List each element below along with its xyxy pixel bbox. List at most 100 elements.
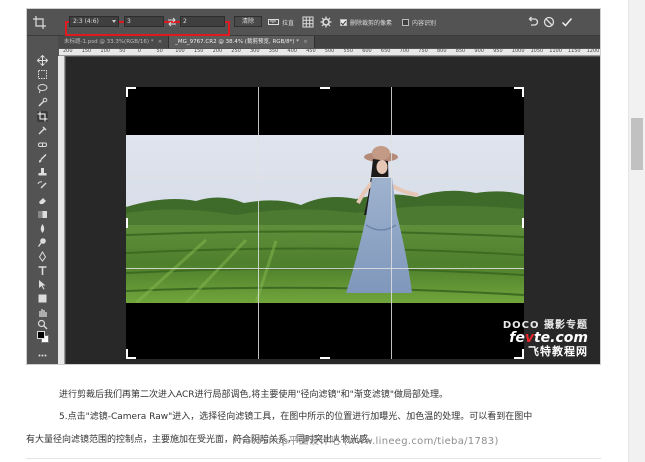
ruler-tick-label: 200 (63, 49, 73, 54)
crop-handle-tr-v[interactable] (522, 87, 524, 97)
document-tabs: 未标题-1.psd @ 33.3%(RGB/16) * × _MG_9767.CR… (58, 36, 600, 48)
move-tool-icon[interactable] (37, 55, 48, 66)
tab-label: _MG_9767.CR2 @ 38.4% (裁剪预览, RGB/8*) * (175, 39, 300, 45)
ruler-tick-label: 1150 (567, 49, 581, 54)
straighten-label: 拉直 (282, 19, 295, 27)
zoom-icon[interactable] (37, 319, 48, 330)
site-watermark: DOCO 摄影专题 fevte.com 飞特教程网 (470, 316, 588, 358)
article-paragraph-1: 进行剪裁后我们再第二次进入ACR进行局部调色,将主要使用"径向滤镜"和"渐变滤镜… (59, 390, 448, 400)
close-icon[interactable]: × (303, 39, 308, 45)
commit-icon[interactable] (561, 16, 573, 28)
straighten-button[interactable]: 拉直 (268, 15, 294, 29)
ruler-tick-label: 100 (100, 49, 110, 54)
foreground-color-swatch[interactable] (37, 331, 45, 339)
crop-handle-top[interactable] (320, 87, 330, 89)
ruler-tick-label: 650 (380, 49, 391, 54)
lasso-tool-icon[interactable] (37, 83, 48, 94)
ratio-select[interactable]: 2:3 (4:6) (69, 16, 119, 27)
ruler-tick-label: 850 (455, 49, 466, 54)
ruler-tick-label: 550 (343, 49, 354, 54)
watermark-v: v (524, 330, 534, 346)
crop-handle-bottom[interactable] (320, 357, 330, 359)
history-brush-icon[interactable] (37, 181, 48, 192)
quick-select-icon[interactable] (37, 97, 48, 108)
width-input[interactable]: 3 (124, 16, 164, 27)
crop-handle-bl-v[interactable] (126, 349, 128, 359)
ruler-tick-label: 100 (175, 49, 185, 54)
photo-image (126, 135, 524, 303)
grid-line-v2 (391, 87, 392, 359)
dodge-icon[interactable] (37, 237, 48, 248)
watermark-line2: fevte.com (470, 331, 588, 346)
tab-document-2[interactable]: _MG_9767.CR2 @ 38.4% (裁剪预览, RGB/8*) * × (169, 36, 315, 48)
ratio-value: 2:3 (4:6) (73, 18, 99, 25)
crop-handle-left[interactable] (126, 218, 128, 228)
height-input[interactable]: 2 (180, 16, 225, 27)
crop-icon[interactable] (37, 111, 48, 122)
page-scrollbar[interactable] (628, 0, 645, 462)
ruler-tick-label: 200 (212, 49, 223, 54)
delete-cropped-label: 删除裁剪的像素 (350, 19, 393, 27)
eyedropper-icon[interactable] (37, 125, 48, 136)
ruler-tick-label: 0 (137, 49, 141, 54)
ruler-tick-label: 150 (81, 49, 92, 54)
path-select-icon[interactable] (37, 279, 48, 290)
clone-stamp-icon[interactable] (37, 167, 48, 178)
options-bar: 2:3 (4:6) 3 2 清除 拉直 删除裁剪的像素 内容识别 (27, 9, 600, 36)
ruler-tick-label: 1100 (549, 49, 562, 54)
ruler-tick-label: 450 (306, 49, 316, 54)
gear-icon[interactable] (320, 16, 332, 28)
marquee-tool-icon[interactable] (37, 69, 48, 80)
grid-line-h1 (126, 177, 524, 178)
checkbox-unchecked[interactable] (402, 18, 409, 26)
ruler-tick-label: 1000 (511, 49, 525, 54)
swap-icon[interactable] (167, 17, 177, 27)
tab-label: 未标题-1.psd @ 33.3%(RGB/16) * (64, 39, 154, 45)
watermark-line1: DOCO 摄影专题 (502, 320, 588, 331)
scrollbar-thumb[interactable] (631, 118, 643, 170)
ruler-tick-label: 1050 (530, 49, 544, 54)
ruler-tick-label: 300 (250, 49, 260, 54)
checkbox-checked[interactable] (340, 18, 347, 26)
eraser-icon[interactable] (37, 195, 48, 206)
ruler-tick-label: 800 (437, 49, 447, 54)
photoshop-screenshot: 2:3 (4:6) 3 2 清除 拉直 删除裁剪的像素 内容识别 未标题-1.p… (26, 8, 601, 365)
ruler-tick-label: 750 (418, 49, 428, 54)
straighten-icon (268, 19, 279, 25)
tab-document-1[interactable]: 未标题-1.psd @ 33.3%(RGB/16) * × (58, 36, 170, 48)
shape-icon[interactable] (37, 293, 48, 304)
content-aware-checkbox[interactable]: 内容识别 (402, 15, 436, 29)
type-icon[interactable] (37, 265, 48, 276)
healing-brush-icon[interactable] (37, 139, 48, 150)
horizontal-ruler: 200 150 100 50 0 50 100 150 200 250 300 350 400 450 50… (59, 49, 600, 56)
close-icon[interactable]: × (158, 39, 163, 45)
ruler-tick-label: 1200 (586, 49, 600, 54)
watermark-tecom: te.com (533, 330, 588, 346)
ruler-tick-label: 600 (362, 49, 372, 54)
cancel-icon[interactable] (543, 16, 555, 28)
ruler-tick-label: 250 (231, 49, 241, 54)
ruler-tick-label: 350 (268, 49, 279, 54)
brush-icon[interactable] (37, 153, 48, 164)
grid-overlay-icon[interactable] (302, 16, 314, 28)
delete-cropped-checkbox[interactable]: 删除裁剪的像素 (340, 15, 392, 29)
hand-icon[interactable] (37, 307, 48, 318)
blur-icon[interactable] (37, 223, 48, 234)
watermark-fe: fe (509, 330, 525, 346)
crop-tool-icon[interactable] (33, 16, 46, 29)
watermark-line3: 飞特教程网 (528, 345, 588, 358)
undo-icon[interactable] (527, 16, 539, 28)
gradient-icon[interactable] (37, 209, 48, 220)
crop-handle-tl-v[interactable] (126, 87, 128, 97)
more-tools-icon[interactable] (37, 350, 48, 361)
vertical-ruler (58, 56, 65, 364)
clear-button[interactable]: 清除 (234, 16, 262, 27)
crop-canvas[interactable] (126, 87, 524, 359)
grid-line-h2 (126, 268, 524, 269)
chevron-down-icon (112, 20, 116, 23)
ruler-tick-label: 700 (399, 49, 410, 54)
grid-line-v1 (258, 87, 259, 359)
pen-icon[interactable] (37, 251, 48, 262)
crop-handle-right[interactable] (522, 218, 524, 228)
ruler-tick-label: 950 (493, 49, 503, 54)
